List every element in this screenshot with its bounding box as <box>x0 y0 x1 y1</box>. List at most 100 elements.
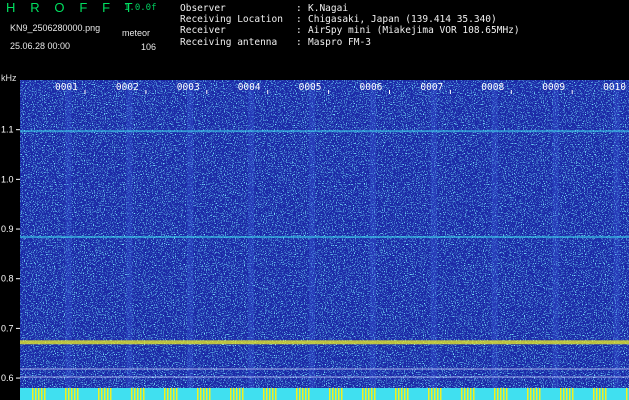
bottom-strip-tick <box>527 388 529 400</box>
vertical-streak <box>430 80 437 400</box>
bottom-strip-tick <box>164 388 166 400</box>
bottom-strip-tick <box>77 388 79 400</box>
y-tick-label: 0.6 <box>1 373 14 383</box>
bottom-strip-tick <box>41 388 43 400</box>
bottom-strip-tick <box>263 388 265 400</box>
bottom-strip-tick <box>137 388 139 400</box>
bottom-strip-tick <box>335 388 337 400</box>
bottom-strip-tick <box>236 388 238 400</box>
vertical-streak <box>552 80 559 400</box>
bottom-strip-tick <box>572 388 574 400</box>
x-tick-label: 0010 <box>603 82 626 93</box>
bottom-strip-tick <box>362 388 364 400</box>
y-tick-label: 1.0 <box>1 174 14 184</box>
bottom-strip-tick <box>365 388 367 400</box>
bottom-strip-tick <box>371 388 373 400</box>
bottom-strip-tick <box>242 388 244 400</box>
bottom-strip-tick <box>35 388 37 400</box>
bottom-strip-tick <box>266 388 268 400</box>
bottom-strip-tick <box>464 388 466 400</box>
bottom-strip-tick <box>533 388 535 400</box>
bottom-strip-tick <box>38 388 40 400</box>
x-tick-label: 0009 <box>542 82 565 93</box>
bottom-strip-tick <box>539 388 541 400</box>
bottom-strip-tick <box>176 388 178 400</box>
bottom-strip-tick <box>104 388 106 400</box>
x-tick-label: 0004 <box>238 82 261 93</box>
y-tick-label: 1.1 <box>1 125 14 135</box>
x-tick-label: 0005 <box>299 82 322 93</box>
horizontal-carrier-line <box>20 130 629 133</box>
vertical-streak <box>491 80 498 400</box>
bottom-strip-tick <box>338 388 340 400</box>
bottom-strip-tick <box>497 388 499 400</box>
bottom-strip-tick <box>494 388 496 400</box>
spectrogram-chart: 0001 0002 0003 0004 0005 0006 0007 0008 0009 0010… <box>1 80 629 400</box>
x-tick-label: 0001 <box>55 82 78 93</box>
bottom-strip-tick <box>596 388 598 400</box>
y-tick-label: 0.7 <box>1 323 14 333</box>
bottom-strip-tick <box>233 388 235 400</box>
vertical-streak <box>187 80 194 400</box>
bottom-strip-tick <box>269 388 271 400</box>
bottom-strip-tick <box>32 388 34 400</box>
bottom-strip-tick <box>341 388 343 400</box>
bottom-strip-tick <box>536 388 538 400</box>
bottom-strip-tick <box>101 388 103 400</box>
bottom-strip-tick <box>440 388 442 400</box>
bottom-strip-tick <box>398 388 400 400</box>
bottom-strip-tick <box>500 388 502 400</box>
bottom-strip-tick <box>98 388 100 400</box>
bottom-strip-tick <box>506 388 508 400</box>
y-tick-label: 0.8 <box>1 274 14 284</box>
bottom-strip-tick <box>209 388 211 400</box>
bottom-strip-tick <box>566 388 568 400</box>
bottom-strip-tick <box>593 388 595 400</box>
bottom-strip-tick <box>599 388 601 400</box>
bottom-strip-tick <box>431 388 433 400</box>
bottom-strip-tick <box>230 388 232 400</box>
bottom-strip-tick <box>140 388 142 400</box>
bottom-strip-tick <box>467 388 469 400</box>
bottom-strip-tick <box>329 388 331 400</box>
bottom-strip-tick <box>170 388 172 400</box>
vertical-streak <box>309 80 316 400</box>
bottom-strip-tick <box>44 388 46 400</box>
bottom-strip-tick <box>569 388 571 400</box>
bottom-strip-tick <box>134 388 136 400</box>
vertical-streak <box>126 80 133 400</box>
bottom-strip-tick <box>434 388 436 400</box>
bottom-strip-tick <box>173 388 175 400</box>
bottom-strip-tick <box>239 388 241 400</box>
bottom-strip-tick <box>110 388 112 400</box>
x-tick-label: 0003 <box>177 82 200 93</box>
horizontal-carrier-line <box>20 235 629 238</box>
bottom-strip-tick <box>404 388 406 400</box>
y-tick-label: 0.9 <box>1 224 14 234</box>
bottom-strip-tick <box>74 388 76 400</box>
horizontal-carrier-line <box>20 340 629 345</box>
bottom-strip-tick <box>605 388 607 400</box>
bottom-strip-tick <box>473 388 475 400</box>
bottom-strip-tick <box>302 388 304 400</box>
x-tick-label: 0006 <box>360 82 383 93</box>
bottom-strip-tick <box>332 388 334 400</box>
bottom-strip-tick <box>560 388 562 400</box>
bottom-strip-tick <box>131 388 133 400</box>
vertical-streak <box>65 80 72 400</box>
x-tick-label: 0002 <box>116 82 139 93</box>
bottom-strip-tick <box>407 388 409 400</box>
bottom-strip-tick <box>461 388 463 400</box>
bottom-strip-tick <box>374 388 376 400</box>
bottom-strip-tick <box>530 388 532 400</box>
vertical-streak <box>369 80 376 400</box>
bottom-strip-tick <box>197 388 199 400</box>
vertical-streak <box>248 80 255 400</box>
bottom-strip-tick <box>296 388 298 400</box>
bottom-strip-tick <box>203 388 205 400</box>
bottom-strip-tick <box>275 388 277 400</box>
bottom-strip-tick <box>395 388 397 400</box>
x-tick-label: 0008 <box>481 82 504 93</box>
x-tick-label: 0007 <box>420 82 443 93</box>
bottom-strip-tick <box>305 388 307 400</box>
